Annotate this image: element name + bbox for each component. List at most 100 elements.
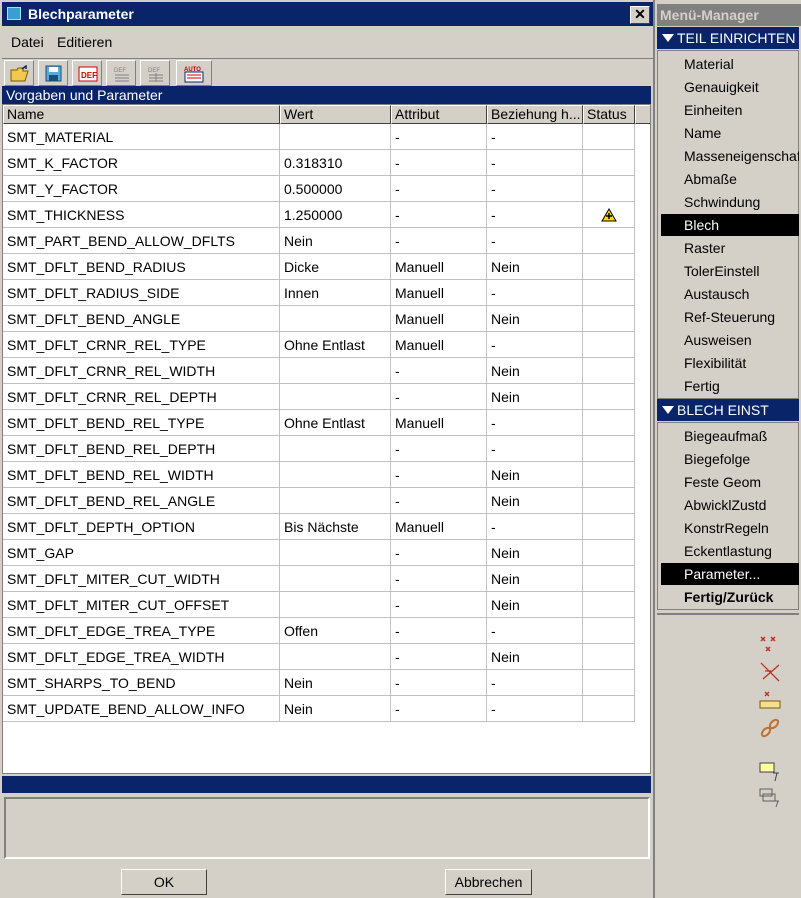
table-row[interactable]: SMT_PART_BEND_ALLOW_DFLTS Nein - - bbox=[3, 228, 635, 254]
cell-attribut[interactable]: - bbox=[391, 358, 487, 384]
column-header-name[interactable]: Name bbox=[3, 105, 280, 124]
cell-attribut[interactable]: - bbox=[391, 592, 487, 618]
cell-beziehung[interactable]: - bbox=[487, 228, 583, 254]
table-row[interactable]: SMT_DFLT_BEND_REL_WIDTH - Nein bbox=[3, 462, 635, 488]
menu-datei[interactable]: Datei bbox=[11, 34, 44, 50]
menu-item-fertig[interactable]: Fertig bbox=[661, 375, 799, 397]
group-header-teil-einrichten[interactable]: TEIL EINRICHTEN bbox=[657, 27, 799, 49]
menu-item-raster[interactable]: Raster bbox=[661, 237, 799, 259]
cell-attribut[interactable]: Manuell bbox=[391, 514, 487, 540]
annotation-icon[interactable] bbox=[757, 759, 783, 785]
menu-item-abwicklzustd[interactable]: AbwicklZustd bbox=[661, 494, 799, 516]
auto-button[interactable]: AUTO bbox=[176, 60, 212, 86]
cell-attribut[interactable]: - bbox=[391, 150, 487, 176]
cell-beziehung[interactable]: - bbox=[487, 280, 583, 306]
note-stack-icon[interactable] bbox=[757, 785, 783, 811]
table-row[interactable]: SMT_DFLT_BEND_ANGLE Manuell Nein bbox=[3, 306, 635, 332]
cell-wert[interactable] bbox=[280, 436, 391, 462]
cell-beziehung[interactable]: - bbox=[487, 436, 583, 462]
ok-button[interactable]: OK bbox=[121, 869, 207, 895]
table-row[interactable]: SMT_GAP - Nein bbox=[3, 540, 635, 566]
cell-name[interactable]: SMT_DFLT_RADIUS_SIDE bbox=[3, 280, 280, 306]
cell-wert[interactable] bbox=[280, 306, 391, 332]
cancel-button[interactable]: Abbrechen bbox=[445, 869, 532, 895]
cell-wert[interactable] bbox=[280, 592, 391, 618]
cell-name[interactable]: SMT_DFLT_MITER_CUT_OFFSET bbox=[3, 592, 280, 618]
cell-attribut[interactable]: - bbox=[391, 540, 487, 566]
cell-status[interactable] bbox=[583, 176, 635, 202]
save-button[interactable] bbox=[38, 60, 68, 86]
cell-name[interactable]: SMT_UPDATE_BEND_ALLOW_INFO bbox=[3, 696, 280, 722]
cell-wert[interactable] bbox=[280, 644, 391, 670]
cell-wert[interactable] bbox=[280, 358, 391, 384]
cell-name[interactable]: SMT_DFLT_BEND_ANGLE bbox=[3, 306, 280, 332]
cell-name[interactable]: SMT_DFLT_MITER_CUT_WIDTH bbox=[3, 566, 280, 592]
column-header-status[interactable]: Status bbox=[583, 105, 635, 124]
cell-attribut[interactable]: - bbox=[391, 644, 487, 670]
cell-beziehung[interactable]: Nein bbox=[487, 358, 583, 384]
cell-beziehung[interactable]: Nein bbox=[487, 254, 583, 280]
cell-status[interactable] bbox=[583, 410, 635, 436]
cell-attribut[interactable]: - bbox=[391, 566, 487, 592]
cell-beziehung[interactable]: - bbox=[487, 410, 583, 436]
cell-name[interactable]: SMT_PART_BEND_ALLOW_DFLTS bbox=[3, 228, 280, 254]
menu-item-material[interactable]: Material bbox=[661, 53, 799, 75]
cell-name[interactable]: SMT_MATERIAL bbox=[3, 124, 280, 150]
cell-name[interactable]: SMT_DFLT_BEND_REL_WIDTH bbox=[3, 462, 280, 488]
cell-status[interactable] bbox=[583, 462, 635, 488]
table-row[interactable]: SMT_DFLT_BEND_REL_DEPTH - - bbox=[3, 436, 635, 462]
cell-status[interactable] bbox=[583, 202, 635, 228]
cell-name[interactable]: SMT_DFLT_BEND_REL_TYPE bbox=[3, 410, 280, 436]
cell-attribut[interactable]: - bbox=[391, 228, 487, 254]
cell-wert[interactable]: 0.318310 bbox=[280, 150, 391, 176]
cell-status[interactable] bbox=[583, 540, 635, 566]
table-row[interactable]: SMT_DFLT_EDGE_TREA_TYPE Offen - - bbox=[3, 618, 635, 644]
cell-attribut[interactable]: - bbox=[391, 488, 487, 514]
cell-wert[interactable] bbox=[280, 124, 391, 150]
cell-wert[interactable]: 1.250000 bbox=[280, 202, 391, 228]
cell-wert[interactable]: Ohne Entlast bbox=[280, 332, 391, 358]
cell-beziehung[interactable]: Nein bbox=[487, 384, 583, 410]
cell-beziehung[interactable]: - bbox=[487, 176, 583, 202]
title-bar[interactable]: Blechparameter ✕ bbox=[2, 2, 653, 26]
table-row[interactable]: SMT_DFLT_RADIUS_SIDE Innen Manuell - bbox=[3, 280, 635, 306]
table-row[interactable]: SMT_DFLT_CRNR_REL_WIDTH - Nein bbox=[3, 358, 635, 384]
cell-status[interactable] bbox=[583, 644, 635, 670]
table-row[interactable]: SMT_DFLT_CRNR_REL_DEPTH - Nein bbox=[3, 384, 635, 410]
cell-beziehung[interactable]: Nein bbox=[487, 488, 583, 514]
cell-status[interactable] bbox=[583, 514, 635, 540]
menu-item-biegeaufmaß[interactable]: Biegeaufmaß bbox=[661, 425, 799, 447]
column-header-beziehung[interactable]: Beziehung h... bbox=[487, 105, 583, 124]
cell-attribut[interactable]: - bbox=[391, 384, 487, 410]
cell-name[interactable]: SMT_GAP bbox=[3, 540, 280, 566]
cell-status[interactable] bbox=[583, 592, 635, 618]
cell-status[interactable] bbox=[583, 280, 635, 306]
cell-wert[interactable] bbox=[280, 488, 391, 514]
cell-name[interactable]: SMT_Y_FACTOR bbox=[3, 176, 280, 202]
cell-wert[interactable] bbox=[280, 462, 391, 488]
cell-wert[interactable]: Nein bbox=[280, 696, 391, 722]
table-row[interactable]: SMT_DFLT_BEND_REL_ANGLE - Nein bbox=[3, 488, 635, 514]
menu-item-tolereinstell[interactable]: TolerEinstell bbox=[661, 260, 799, 282]
datum-axis-icon[interactable] bbox=[757, 659, 783, 685]
column-header-wert[interactable]: Wert bbox=[280, 105, 391, 124]
cell-status[interactable] bbox=[583, 306, 635, 332]
cell-name[interactable]: SMT_DFLT_BEND_REL_DEPTH bbox=[3, 436, 280, 462]
menu-item-feste-geom[interactable]: Feste Geom bbox=[661, 471, 799, 493]
cell-beziehung[interactable]: Nein bbox=[487, 644, 583, 670]
cell-beziehung[interactable]: - bbox=[487, 332, 583, 358]
menu-item-biegefolge[interactable]: Biegefolge bbox=[661, 448, 799, 470]
table-row[interactable]: SMT_K_FACTOR 0.318310- - bbox=[3, 150, 635, 176]
menu-item-konstrregeln[interactable]: KonstrRegeln bbox=[661, 517, 799, 539]
menu-item-parameter[interactable]: Parameter... bbox=[661, 563, 799, 585]
def-list-button-2[interactable]: DEF bbox=[140, 60, 170, 86]
cell-beziehung[interactable]: - bbox=[487, 150, 583, 176]
table-row[interactable]: SMT_DFLT_BEND_REL_TYPE Ohne Entlast Manuel… bbox=[3, 410, 635, 436]
cell-beziehung[interactable]: - bbox=[487, 618, 583, 644]
cell-name[interactable]: SMT_DFLT_CRNR_REL_TYPE bbox=[3, 332, 280, 358]
close-button[interactable]: ✕ bbox=[630, 6, 650, 24]
menu-item-schwindung[interactable]: Schwindung bbox=[661, 191, 799, 213]
cell-status[interactable] bbox=[583, 670, 635, 696]
cell-beziehung[interactable]: Nein bbox=[487, 540, 583, 566]
cell-name[interactable]: SMT_K_FACTOR bbox=[3, 150, 280, 176]
